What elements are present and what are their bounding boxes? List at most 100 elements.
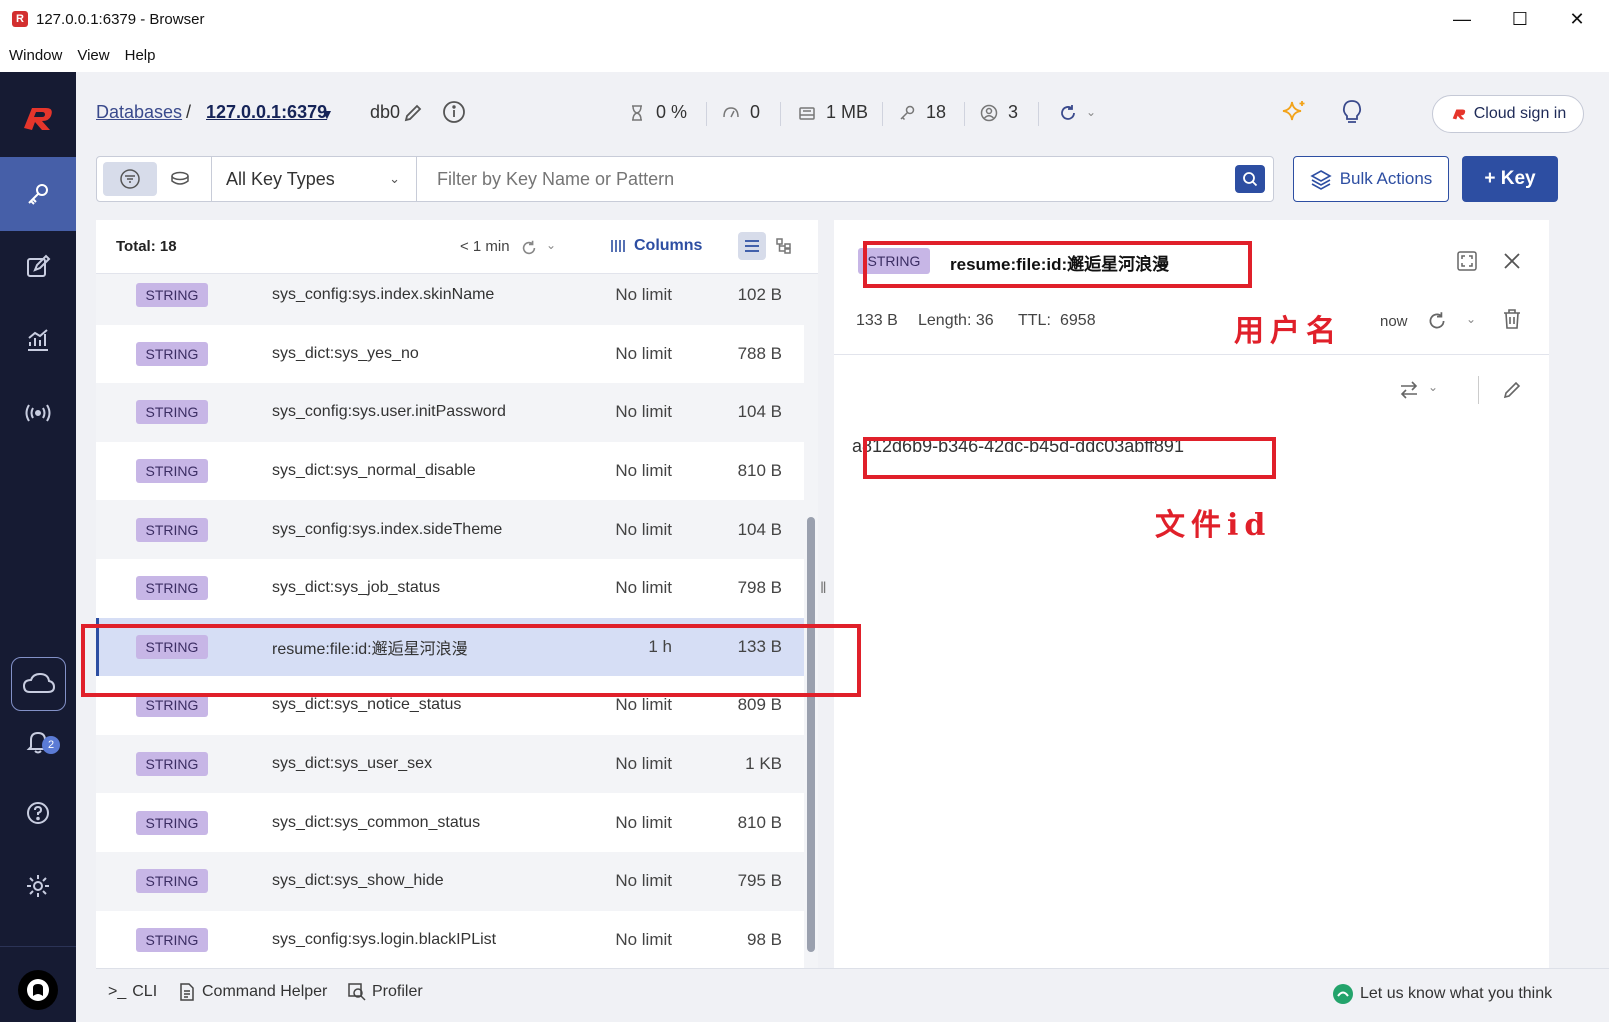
notifications-count-badge: 2 (42, 736, 60, 754)
auto-refresh-icon[interactable] (1058, 103, 1078, 123)
redis-logo-icon[interactable] (18, 98, 58, 138)
menu-window[interactable]: Window (9, 47, 62, 64)
stat-clients: 3 (980, 102, 1018, 123)
key-name: sys_dict:sys_yes_no (272, 344, 419, 362)
delete-trash-icon[interactable] (1502, 308, 1522, 330)
key-type-badge: STRING (136, 459, 208, 484)
key-name: sys_dict:sys_job_status (272, 579, 441, 597)
tree-view-icon[interactable] (770, 232, 798, 260)
refresh-options-chevron-icon[interactable]: ⌄ (1086, 105, 1096, 119)
bulk-actions-button[interactable]: Bulk Actions (1293, 156, 1449, 202)
expand-fullscreen-icon[interactable] (1456, 250, 1478, 272)
command-helper-button[interactable]: Command Helper (178, 983, 327, 1001)
detail-refreshed-time: now (1380, 313, 1408, 330)
nav-cloud-icon[interactable] (11, 657, 66, 711)
columns-button[interactable]: Columns (610, 237, 702, 255)
feedback-label: Let us know what you think (1360, 985, 1553, 1002)
nav-browser-key-icon[interactable] (0, 157, 76, 231)
key-row[interactable]: STRING sys_config:sys.user.initPassword … (96, 383, 804, 442)
stat-memory-value: 1 MB (826, 102, 869, 122)
menubar: Window View Help (0, 38, 1609, 72)
detail-ttl-label: TTL: (1018, 312, 1051, 329)
database-dropdown-caret-icon[interactable]: ▼ (320, 106, 334, 122)
key-ttl: No limit (615, 695, 672, 715)
scrollbar-thumb[interactable] (807, 517, 815, 952)
nav-settings-gear-icon[interactable] (0, 849, 76, 923)
insights-lightbulb-icon[interactable] (1340, 98, 1364, 126)
key-ttl: No limit (615, 461, 672, 481)
key-type-select[interactable]: All Key Types ⌄ (211, 157, 417, 201)
bottom-bar: >_ CLI Command Helper Profiler Let us kn… (96, 968, 1609, 1022)
key-size: 809 B (737, 695, 782, 715)
breadcrumb-separator: / (186, 102, 192, 122)
format-chevron-icon[interactable]: ⌄ (1428, 380, 1438, 394)
cli-button[interactable]: >_ CLI (108, 983, 157, 1001)
key-row[interactable]: STRING sys_config:sys.index.sideTheme No… (96, 500, 804, 559)
key-ttl: No limit (615, 871, 672, 891)
db-info-icon[interactable] (442, 100, 466, 124)
key-row[interactable]: STRING sys_dict:sys_yes_no No limit 788 … (96, 325, 804, 384)
document-icon (180, 983, 194, 1001)
refresh-key-chevron-icon[interactable]: ⌄ (1466, 312, 1476, 326)
filter-mode-icon[interactable] (103, 162, 157, 196)
cloud-signin-button[interactable]: Cloud sign in (1432, 95, 1584, 133)
nav-pubsub-icon[interactable] (0, 376, 76, 450)
app-logo-icon: R (12, 11, 28, 27)
ai-sparkle-icon[interactable] (1280, 98, 1308, 126)
key-row[interactable]: STRING sys_dict:sys_show_hide No limit 7… (96, 852, 804, 911)
key-ttl: No limit (615, 402, 672, 422)
key-type-badge: STRING (136, 517, 208, 542)
key-row[interactable]: STRING sys_dict:sys_common_status No lim… (96, 793, 804, 852)
key-ttl: No limit (615, 929, 672, 949)
feedback-link[interactable]: Let us know what you think (1332, 983, 1552, 1005)
stat-keys: 18 (898, 102, 946, 123)
close-window-button[interactable]: ✕ (1549, 0, 1605, 38)
keys-total: Total: 18 (116, 238, 177, 255)
edit-value-pencil-icon[interactable] (1502, 380, 1522, 400)
clients-user-icon (980, 104, 998, 121)
profiler-button[interactable]: Profiler (348, 983, 423, 1001)
key-type-badge: STRING (136, 283, 208, 308)
refresh-list-icon[interactable] (520, 239, 538, 257)
menu-help[interactable]: Help (125, 47, 156, 64)
key-size: 102 B (737, 285, 782, 305)
menu-view[interactable]: View (77, 47, 109, 64)
key-filter-input[interactable] (419, 157, 1229, 201)
key-size: 798 B (737, 578, 782, 598)
key-ttl: No limit (615, 812, 672, 832)
vector-search-icon[interactable] (153, 162, 207, 196)
nav-help-icon[interactable] (0, 776, 76, 850)
key-list-scrollbar[interactable] (804, 274, 818, 968)
detail-ttl-value[interactable]: 6958 (1060, 312, 1096, 330)
key-row[interactable]: STRING sys_config:sys.login.blackIPList … (96, 911, 804, 968)
db-index-label: db0 (370, 102, 401, 122)
nav-notifications-bell-icon[interactable] (0, 704, 76, 778)
key-name: sys_config:sys.user.initPassword (272, 403, 506, 421)
key-row[interactable]: STRING sys_dict:sys_user_sex No limit 1 … (96, 734, 804, 794)
search-button[interactable] (1235, 165, 1265, 193)
key-row[interactable]: STRING sys_dict:sys_job_status No limit … (96, 559, 804, 618)
breadcrumb-databases[interactable]: Databases (96, 102, 182, 123)
nav-workbench-icon[interactable] (0, 230, 76, 304)
add-key-button[interactable]: + Key (1462, 156, 1558, 202)
key-ttl: No limit (615, 285, 672, 305)
refresh-key-icon[interactable] (1426, 310, 1448, 332)
edit-db-pencil-icon[interactable] (403, 103, 423, 123)
detail-size: 133 B (856, 312, 898, 329)
key-row[interactable]: STRING sys_config:sys.index.skinName No … (96, 274, 804, 325)
minimize-button[interactable]: — (1433, 0, 1491, 38)
key-row[interactable]: STRING sys_dict:sys_normal_disable No li… (96, 442, 804, 501)
cli-prompt-icon: >_ (108, 983, 127, 1000)
breadcrumb-database[interactable]: 127.0.0.1:6379 (206, 102, 327, 123)
github-icon[interactable] (18, 970, 58, 1010)
panel-resize-handle[interactable]: ‖ (820, 580, 827, 598)
maximize-button[interactable]: ☐ (1491, 0, 1549, 38)
nav-analysis-icon[interactable] (0, 303, 76, 377)
close-details-icon[interactable] (1502, 251, 1522, 271)
key-filter-bar: All Key Types ⌄ (96, 156, 1274, 202)
format-switch-icon[interactable] (1398, 380, 1420, 400)
refresh-list-chevron-icon[interactable]: ⌄ (546, 238, 556, 252)
list-view-icon[interactable] (738, 232, 766, 260)
stat-cpu-value: 0 % (656, 102, 688, 122)
nav-divider (0, 946, 76, 947)
